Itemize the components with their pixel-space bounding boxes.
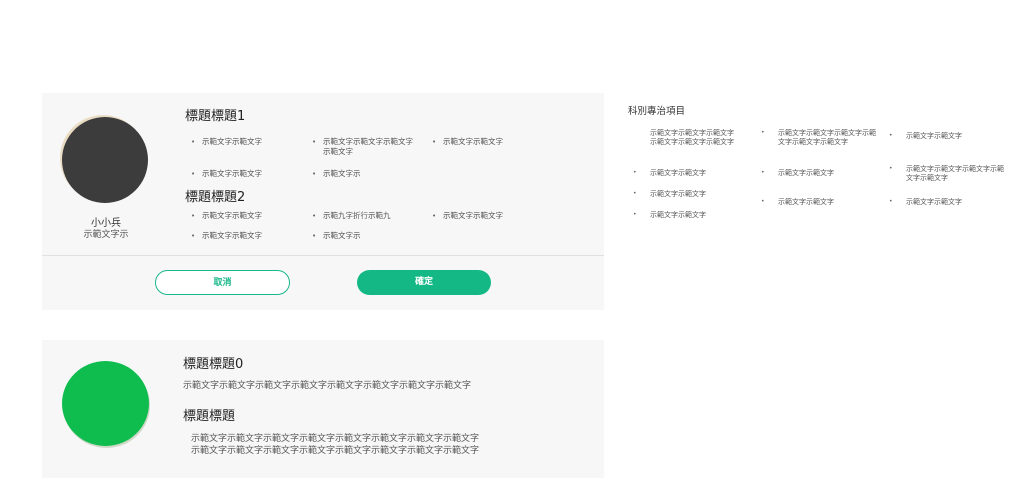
paragraph-line: 示範文字示範文字示範文字示範文字示範文字示範文字示範文字示範文字 <box>191 434 480 444</box>
list-item: 示範文字示範文字 <box>191 231 262 241</box>
avatar <box>62 361 149 446</box>
doctor-subtitle: 示範文字示 <box>83 230 129 240</box>
list-item: 示範文字示範文字 <box>191 211 262 221</box>
specialty-item: 示範文字示範文字 <box>889 198 962 207</box>
specialty-item: 示範文字示範文字 <box>889 132 962 141</box>
specialty-title: 科別專治項目 <box>628 106 686 117</box>
specialty-item: 示範文字示範文字 <box>633 169 706 178</box>
specialty-item: 示範文字示範文字 <box>633 190 706 199</box>
doctor-card-selected: 小小兵 示範文字示 標題標題1 示範文字示範文字 示範文字示範文字示範文字示範文… <box>42 93 604 310</box>
list-item: 示範文字示範文字 <box>432 137 503 147</box>
cancel-button[interactable]: 取消 <box>155 270 290 295</box>
specialty-item: 示範文字示範文字 <box>761 198 834 207</box>
list-item: 示範文字示範文字 <box>191 137 262 147</box>
list-item: 示範文字示範文字示範文字示範文字 <box>312 137 415 157</box>
specialty-item: 示範文字示範文字示範文字示範文字示範文字示範文字 <box>650 129 734 155</box>
list-item: 示範文字示範文字 <box>191 169 262 179</box>
list-item: 示範文字示範文字 <box>432 211 503 221</box>
heading-0: 標題標題0 <box>183 357 244 372</box>
specialty-item: 示範文字示範文字示範文字示範文字示範文字示範文字 <box>761 129 878 146</box>
section-title-1: 標題標題1 <box>185 109 246 124</box>
description-text: 示範文字示範文字示範文字示範文字示範文字示範文字示範文字示範文字 <box>183 381 472 391</box>
specialty-item: 示範文字示範文字 <box>761 169 834 178</box>
divider <box>42 255 604 256</box>
list-item: 示範九字折行示範九 <box>312 211 390 221</box>
confirm-button[interactable]: 確定 <box>357 270 491 295</box>
specialty-item: 示範文字示範文字 <box>633 211 706 220</box>
section-title-2: 標題標題2 <box>185 190 246 205</box>
doctor-card[interactable]: 標題標題0 示範文字示範文字示範文字示範文字示範文字示範文字示範文字示範文字 標… <box>42 340 604 478</box>
list-item: 示範文字示 <box>312 169 360 179</box>
avatar <box>62 117 148 203</box>
paragraph-line: 示範文字示範文字示範文字示範文字示範文字示範文字示範文字示範文字 <box>191 446 480 456</box>
specialty-item: 示範文字示範文字示範文字示範文字示範文字 <box>889 165 1006 182</box>
list-item: 示範文字示 <box>312 231 360 241</box>
heading: 標題標題 <box>183 409 236 424</box>
